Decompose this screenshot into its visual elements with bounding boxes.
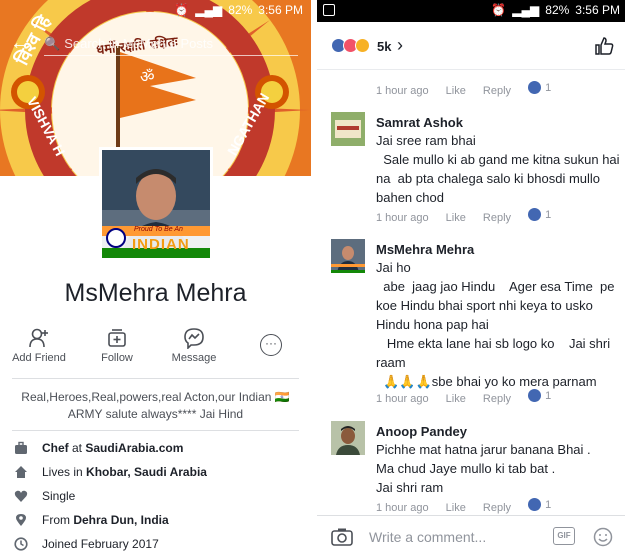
comment-reply-link[interactable]: Reply [483,85,511,97]
intro-work-role: Chef [42,441,69,455]
intro-joined: Joined February 2017 [0,535,311,555]
profile-panel: ॐ धर्मो रक्षति रक्षितः विश्व हि VISHVA H… [0,0,311,558]
alarm-icon: ⏰ [174,3,190,17]
status-bar: ⏰ ▂▄▆ 82% 3:56 PM [0,0,311,22]
commenter-avatar[interactable] [331,239,365,273]
intro-lives-label: Lives in [42,465,87,479]
signal-icon: ▂▄▆ [195,3,223,17]
message-label: Message [171,352,217,364]
comment-like-count: 1 [545,389,552,402]
chevron-right-icon[interactable]: › [397,35,403,56]
avatar-badge-line2: INDIAN [132,236,190,253]
comment-like-count: 1 [545,498,552,511]
more-options-icon[interactable]: ··· [260,334,282,356]
camera-icon[interactable] [331,527,353,552]
like-count-icon [528,81,542,94]
intro-relationship-status: Single [42,489,76,503]
sticker-icon[interactable] [593,527,613,552]
profile-bio: Real,Heroes,Real,powers,real Acton,our I… [21,390,290,421]
intro-from-label: From [42,513,74,527]
comment-like-link[interactable]: Like [446,502,466,514]
comment-body: Jai sree ram bhai Sale mullo ki ab gand … [376,133,620,205]
heart-icon [14,490,28,502]
follow-icon [82,324,152,352]
add-friend-icon [4,324,74,352]
intro-relationship: Single [0,487,311,507]
comment-input[interactable]: Write a comment... [369,529,486,545]
add-friend-label: Add Friend [12,352,66,364]
comment-time: 1 hour ago [376,502,429,514]
clock-time: 3:56 PM [575,3,620,17]
intro-work-at: at [68,441,86,455]
haha-reaction-icon [355,38,370,53]
search-bar: ← 🔍 Search in MsMehra Posts [0,28,311,60]
comments-panel: ⏰ ▂▄▆ 82% 3:56 PM 5k › 1 hour ago Like R… [314,0,625,558]
briefcase-icon [15,441,27,454]
back-arrow-icon[interactable]: ← [10,32,30,55]
like-count-icon [528,498,542,511]
divider [12,378,299,379]
comment-reply-link[interactable]: Reply [483,502,511,514]
comment-author[interactable]: Samrat Ashok [376,115,463,130]
clock-time: 3:56 PM [258,3,303,17]
like-count-icon [528,389,542,402]
battery-level: 82% [228,3,253,17]
comment-like-count: 1 [545,81,552,94]
like-count-icon [528,208,542,221]
comment-author[interactable]: Anoop Pandey [376,424,467,439]
reaction-summary[interactable]: 5k › [317,22,625,70]
comment-body: Pichhe mat hatna jarur banana Bhai . Ma … [376,442,591,495]
intro-from-city[interactable]: Dehra Dun, India [73,513,168,527]
gif-button[interactable]: GIF [553,527,575,545]
search-input[interactable]: 🔍 Search in MsMehra Posts [44,32,298,56]
follow-label: Follow [101,352,133,364]
home-icon [15,466,27,478]
search-icon: 🔍 [44,35,61,51]
location-pin-icon [16,514,26,526]
comment-reply-link[interactable]: Reply [483,212,511,224]
reaction-count: 5k [377,39,392,54]
comment-meta: 1 hour ago Like Reply 1 [376,208,565,224]
comment-time: 1 hour ago [376,212,429,224]
svg-text:ॐ: ॐ [140,67,155,86]
profile-actions: Add Friend Follow Message ··· [0,324,311,368]
comment-like-link[interactable]: Like [446,212,466,224]
comment-time: 1 hour ago [376,85,429,97]
comment-meta: 1 hour ago Like Reply 1 [376,389,565,405]
comment-meta: 1 hour ago Like Reply 1 [376,81,565,97]
intro-work: Chef at SaudiArabia.com [0,439,311,459]
messenger-icon [159,324,229,352]
profile-picture[interactable]: Proud To Be An INDIAN [99,147,213,261]
alarm-icon: ⏰ [491,3,507,17]
clock-icon [14,537,28,551]
comment-meta: 1 hour ago Like Reply 1 [376,498,565,514]
comment-body: Jai ho abe jaag jao Hindu Ager esa Time … [376,260,615,389]
intro-work-employer[interactable]: SaudiArabia.com [85,441,183,455]
commenter-avatar[interactable] [331,421,365,455]
intro-lives-city[interactable]: Khobar, Saudi Arabia [86,465,207,479]
status-bar: ⏰ ▂▄▆ 82% 3:56 PM [317,0,625,22]
intro-joined-date: Joined February 2017 [42,537,159,551]
add-friend-button[interactable]: Add Friend [4,324,74,364]
comment-like-link[interactable]: Like [446,85,466,97]
follow-button[interactable]: Follow [82,324,152,364]
commenter-avatar[interactable] [331,112,365,146]
divider [12,430,299,431]
comment-like-link[interactable]: Like [446,393,466,405]
comment-like-count: 1 [545,208,552,221]
comment-time: 1 hour ago [376,393,429,405]
comment-composer: Write a comment... GIF [317,515,625,558]
comment-reply-link[interactable]: Reply [483,393,511,405]
battery-level: 82% [545,3,570,17]
message-button[interactable]: Message [159,324,229,364]
signal-icon: ▂▄▆ [512,3,540,17]
avatar-badge-line1: Proud To Be An [134,226,183,233]
like-button-icon[interactable] [594,36,614,61]
notification-icon [323,4,335,16]
intro-lives: Lives in Khobar, Saudi Arabia [0,463,311,483]
intro-from: From Dehra Dun, India [0,511,311,531]
comment-author[interactable]: MsMehra Mehra [376,242,474,257]
profile-name: MsMehra Mehra [64,279,247,307]
search-placeholder: Search in MsMehra Posts [64,36,214,51]
